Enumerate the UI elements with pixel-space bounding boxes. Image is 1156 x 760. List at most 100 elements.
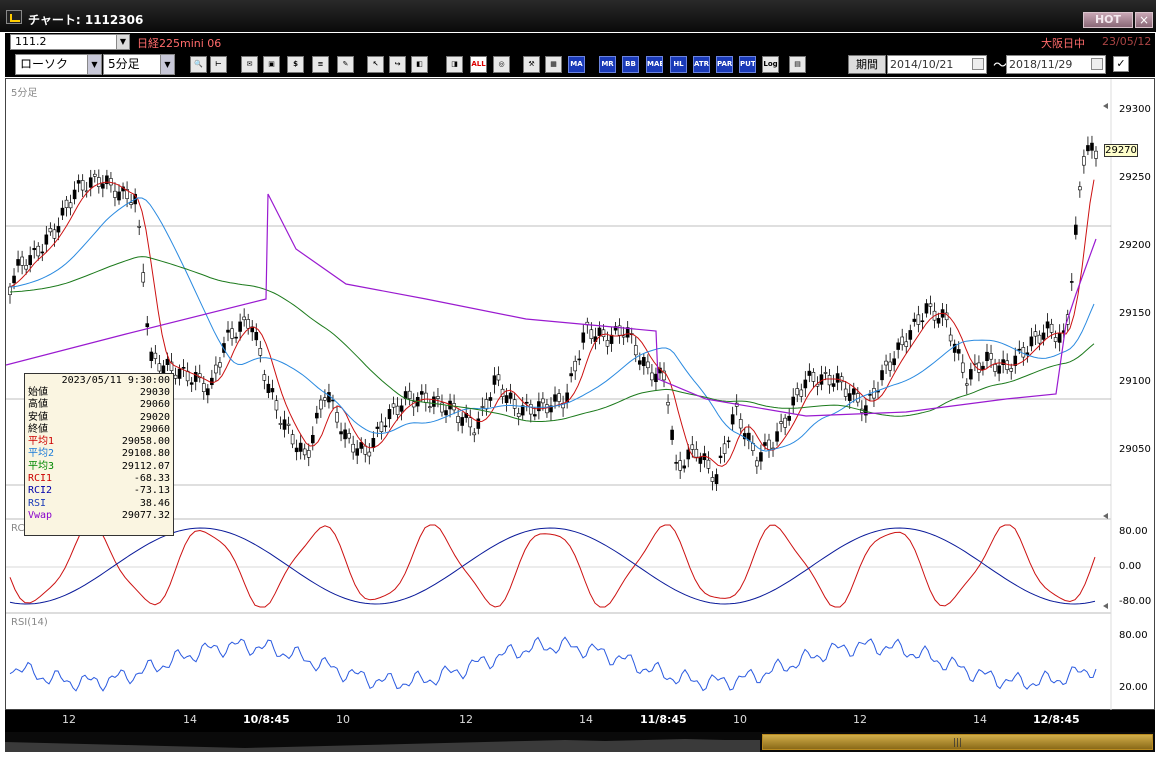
symbol-code: 111.2	[15, 35, 47, 48]
candle-body	[851, 388, 856, 395]
candle-body	[512, 399, 517, 409]
candle-body	[872, 388, 876, 399]
candle-body	[238, 321, 242, 332]
candle-body	[823, 372, 828, 374]
candle-body	[650, 372, 654, 381]
log-icon[interactable]: Log	[762, 56, 779, 73]
candle-body	[294, 447, 299, 453]
candle-body	[286, 423, 291, 426]
x-tick-label: 12	[459, 713, 473, 726]
interval-value: 5分足	[108, 57, 140, 71]
candle-body	[383, 425, 388, 428]
put-icon[interactable]: PUT	[739, 56, 756, 73]
date-to-input[interactable]: 2018/11/29	[1006, 55, 1106, 74]
y-tick-label: 29100	[1119, 376, 1151, 387]
chart-window: チャート: 1112306 HOT × 111.2 ▼ 日経225mini 06…	[0, 0, 1156, 760]
candle-body	[193, 372, 198, 382]
info-label: 終値	[28, 423, 48, 435]
trade-icon[interactable]: $	[287, 56, 304, 73]
candle-body	[843, 388, 848, 397]
apply-checkbox[interactable]: ✓	[1113, 56, 1129, 72]
candle-body	[351, 443, 355, 453]
candle-body	[153, 352, 158, 359]
title-bar[interactable]: チャート: 1112306 HOT ×	[0, 0, 1156, 32]
candle-body	[609, 334, 614, 344]
hl-icon[interactable]: HL	[670, 56, 687, 73]
bb-icon[interactable]: BB	[622, 56, 639, 73]
candle-body	[484, 399, 489, 410]
indicator2-icon[interactable]: ◨	[446, 56, 463, 73]
candle-body	[246, 319, 250, 329]
grip-icon: |||	[953, 738, 963, 748]
info-label: RCI2	[28, 485, 53, 497]
rci1-line	[9, 524, 1096, 608]
calendar-icon[interactable]	[1091, 58, 1103, 70]
x-tick-label: 10	[733, 713, 747, 726]
candle-body	[670, 429, 674, 440]
chevron-down-icon[interactable]: ▼	[87, 55, 101, 74]
chevron-down-icon[interactable]: ▼	[160, 55, 174, 74]
ma-icon[interactable]: MA	[568, 56, 585, 73]
date-from-input[interactable]: 2014/10/21	[887, 55, 987, 74]
candle-body	[811, 372, 816, 382]
close-button[interactable]: ×	[1135, 12, 1153, 28]
draw-icon[interactable]: ✎	[337, 56, 354, 73]
candle-body	[763, 442, 767, 446]
export-icon[interactable]: ▤	[789, 56, 806, 73]
indicator-icon[interactable]: ◧	[411, 56, 428, 73]
candle-body	[835, 373, 840, 383]
chart-type-select[interactable]: ローソク ▼	[15, 54, 102, 75]
info-value: -73.13	[133, 485, 170, 497]
candle-body	[516, 413, 521, 417]
atr-icon[interactable]: ATR	[693, 56, 710, 73]
candle-body	[399, 405, 404, 412]
info-row: 終値 29060	[28, 424, 170, 436]
hot-button[interactable]: HOT	[1083, 12, 1133, 28]
candle-body	[686, 449, 691, 460]
x-tick-label: 11/8:45	[640, 713, 687, 726]
x-tick-label: 12/8:45	[1033, 713, 1080, 726]
candle-body	[847, 393, 852, 401]
candle-body	[355, 448, 359, 456]
candle-body	[1053, 337, 1058, 342]
candle-body	[924, 303, 929, 314]
chart-area[interactable]: 5分足 RCI RSI(14) 29300 29250 29200 29150 2910…	[5, 78, 1156, 711]
candle-body	[545, 404, 549, 414]
candle-body	[52, 229, 57, 239]
rci2-line	[9, 527, 1096, 605]
chart-scrollbar[interactable]: |||	[5, 732, 1155, 752]
alert-icon[interactable]: ✉	[241, 56, 258, 73]
candle-body	[226, 329, 230, 333]
cursor-icon[interactable]: ⊢	[210, 56, 227, 73]
tools-icon[interactable]: ⚒	[523, 56, 540, 73]
candle-body	[819, 374, 824, 385]
color-icon[interactable]: ▦	[545, 56, 562, 73]
candle-body	[666, 402, 670, 406]
candle-body	[20, 256, 24, 266]
mr-icon[interactable]: MR	[599, 56, 616, 73]
mae-icon[interactable]: MAE	[646, 56, 663, 73]
candle-body	[343, 429, 347, 440]
all-icon[interactable]: ALL	[470, 56, 487, 73]
pointer-icon[interactable]: ↖	[367, 56, 384, 73]
chevron-down-icon[interactable]: ▼	[116, 35, 129, 49]
period-button[interactable]: 期間	[848, 55, 886, 74]
para-icon[interactable]: PARA	[716, 56, 733, 73]
screenshot-icon[interactable]: ▣	[263, 56, 280, 73]
chart-canvas[interactable]	[6, 79, 1156, 711]
calendar-icon[interactable]	[972, 58, 984, 70]
info-value: -68.33	[133, 473, 170, 485]
info-value: 29060	[139, 423, 170, 435]
candle-body	[113, 190, 117, 198]
settings-icon[interactable]: ◎	[493, 56, 510, 73]
symbol-code-input[interactable]: 111.2 ▼	[10, 34, 130, 50]
candle-body	[266, 383, 271, 393]
magnifier-icon[interactable]: 🔍	[190, 56, 207, 73]
undo-icon[interactable]: ↪	[389, 56, 406, 73]
candle-body	[379, 421, 384, 432]
candle-body	[1037, 334, 1042, 344]
list-icon[interactable]: ≡	[312, 56, 329, 73]
scrollbar-thumb[interactable]: |||	[762, 734, 1153, 750]
interval-select[interactable]: 5分足 ▼	[103, 54, 175, 75]
candle-body	[1069, 281, 1074, 283]
